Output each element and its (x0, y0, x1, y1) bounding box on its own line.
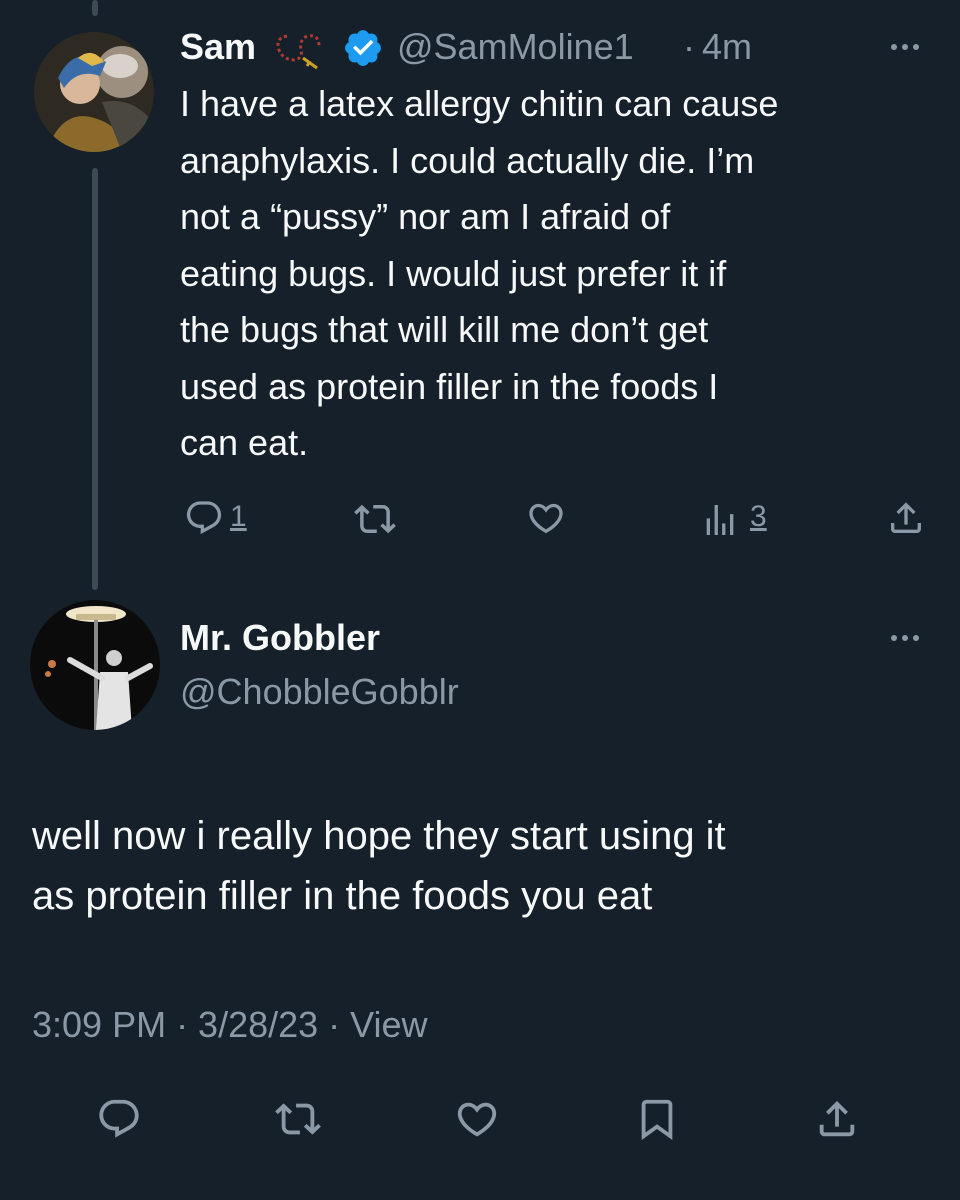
post-time[interactable]: 4m (702, 26, 752, 68)
tweet-text-line: well now i really hope they start using … (32, 814, 726, 858)
reply-icon[interactable] (96, 1096, 142, 1147)
separator-dot: · (683, 26, 695, 67)
share-icon[interactable] (886, 498, 926, 543)
bookmark-icon[interactable] (634, 1096, 680, 1147)
tweet-text-line: anaphylaxis. I could actually die. I’m (180, 139, 755, 181)
tweet-text-line: can eat. (180, 422, 309, 463)
retweet-icon[interactable] (354, 498, 396, 545)
user-handle[interactable]: @ChobbleGobblr (180, 671, 459, 713)
tweet-timestamp[interactable]: 3:09 PM · 3/28/23 · View (32, 1004, 428, 1046)
share-icon[interactable] (814, 1096, 860, 1147)
thread-connector-top (92, 0, 98, 16)
view-count[interactable]: 3 (750, 500, 767, 534)
like-icon[interactable] (454, 1096, 500, 1147)
like-icon[interactable] (526, 498, 566, 543)
more-icon[interactable] (891, 635, 919, 641)
avatar[interactable] (34, 32, 154, 152)
rosary-icon (273, 28, 329, 77)
tweet-text: I have a latex allergy chitin can cause … (180, 76, 778, 472)
display-name[interactable]: Mr. Gobbler (180, 617, 380, 659)
reply-count[interactable]: 1 (230, 500, 247, 534)
user-handle[interactable]: @SamMoline1 (397, 26, 634, 68)
tweet-text-line: used as protein filler in the foods I (180, 365, 719, 407)
retweet-icon[interactable] (274, 1096, 322, 1147)
tweet-text-line: not a “pussy” nor am I afraid of (180, 196, 671, 237)
reply-icon[interactable] (184, 498, 224, 543)
avatar[interactable] (30, 600, 160, 730)
more-icon[interactable] (891, 44, 919, 50)
thread-connector (92, 168, 98, 590)
tweet-text-line: as protein filler in the foods you eat (32, 874, 653, 918)
tweet-text: well now i really hope they start using … (32, 806, 726, 926)
tweet-text-line: the bugs that will kill me don’t get (180, 309, 709, 350)
verified-badge-icon (342, 27, 384, 74)
tweet-text-line: I have a latex allergy chitin can cause (180, 83, 779, 124)
views-icon[interactable] (700, 500, 740, 545)
tweet-text-line: eating bugs. I would just prefer it if (180, 252, 727, 294)
display-name[interactable]: Sam (180, 26, 256, 68)
